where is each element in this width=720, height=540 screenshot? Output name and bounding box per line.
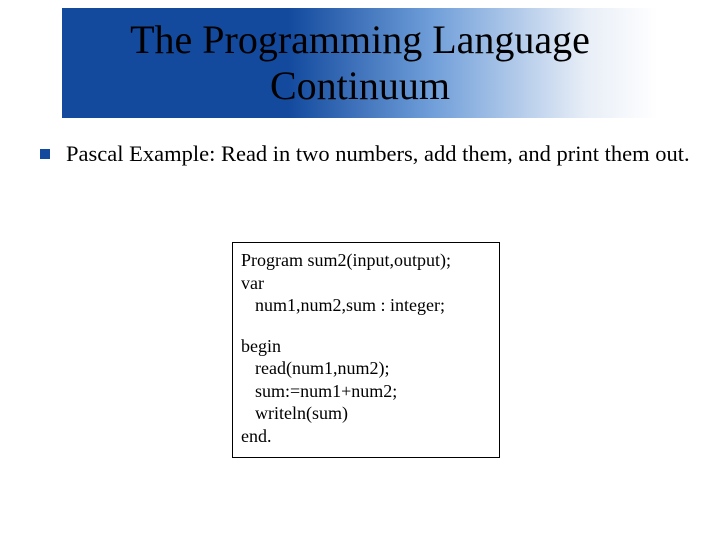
bullet-item: Pascal Example: Read in two numbers, add…	[40, 140, 690, 168]
code-blank-line	[241, 317, 491, 335]
square-bullet-icon	[40, 149, 50, 159]
code-box: Program sum2(input,output); var num1,num…	[232, 242, 500, 458]
slide-body: Pascal Example: Read in two numbers, add…	[40, 140, 690, 168]
code-line: begin	[241, 335, 491, 358]
title-bar: The Programming Language Continuum	[62, 8, 658, 118]
bullet-text: Pascal Example: Read in two numbers, add…	[66, 140, 690, 168]
slide-title: The Programming Language Continuum	[72, 17, 648, 109]
code-line: end.	[241, 425, 491, 448]
slide: The Programming Language Continuum Pasca…	[0, 0, 720, 540]
code-line: var	[241, 272, 491, 295]
code-line: read(num1,num2);	[241, 357, 491, 380]
code-line: sum:=num1+num2;	[241, 380, 491, 403]
code-line: num1,num2,sum : integer;	[241, 294, 491, 317]
code-line: writeln(sum)	[241, 402, 491, 425]
code-line: Program sum2(input,output);	[241, 249, 491, 272]
